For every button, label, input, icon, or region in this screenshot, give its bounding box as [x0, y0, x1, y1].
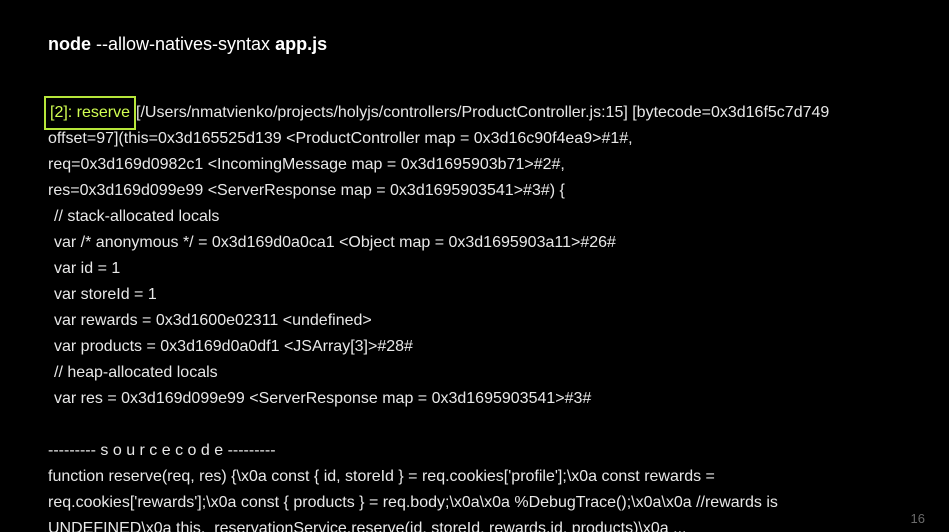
source-line-1: function reserve(req, res) {\x0a const {… — [48, 464, 901, 490]
slide: node --allow-natives-syntax app.js [2]: … — [0, 0, 949, 532]
slide-title: node --allow-natives-syntax app.js — [48, 34, 901, 56]
blank-line — [48, 412, 901, 438]
title-suffix: app.js — [270, 34, 327, 54]
dump-line-1: [2]: reserve [/Users/nmatvienko/projects… — [48, 100, 901, 126]
dump-line-2: offset=97](this=0x3d165525d139 <ProductC… — [48, 126, 901, 152]
dump-line-6: var /* anonymous */ = 0x3d169d0a0ca1 <Ob… — [48, 230, 901, 256]
source-line-3: UNDEFINED\x0a this._reservationService.r… — [48, 516, 901, 532]
source-line-2: req.cookies['rewards'];\x0a const { prod… — [48, 490, 901, 516]
page-number: 16 — [911, 511, 925, 526]
dump-line-3: req=0x3d169d0982c1 <IncomingMessage map … — [48, 152, 901, 178]
dump-line-8: var storeId = 1 — [48, 282, 901, 308]
dump-line-9: var rewards = 0x3d1600e02311 <undefined> — [48, 308, 901, 334]
dump-line-11: // heap-allocated locals — [48, 360, 901, 386]
dump-line-5: // stack-allocated locals — [48, 204, 901, 230]
dump-line-4: res=0x3d169d099e99 <ServerResponse map =… — [48, 178, 901, 204]
source-header: --------- s o u r c e c o d e --------- — [48, 438, 901, 464]
title-flag: --allow-natives-syntax — [96, 34, 270, 54]
frame-highlight: [2]: reserve — [44, 96, 136, 130]
title-prefix: node — [48, 34, 96, 54]
stack-dump: [2]: reserve [/Users/nmatvienko/projects… — [48, 100, 901, 532]
dump-line-1-rest: [/Users/nmatvienko/projects/holyjs/contr… — [136, 104, 829, 121]
dump-line-10: var products = 0x3d169d0a0df1 <JSArray[3… — [48, 334, 901, 360]
dump-line-7: var id = 1 — [48, 256, 901, 282]
dump-line-12: var res = 0x3d169d099e99 <ServerResponse… — [48, 386, 901, 412]
